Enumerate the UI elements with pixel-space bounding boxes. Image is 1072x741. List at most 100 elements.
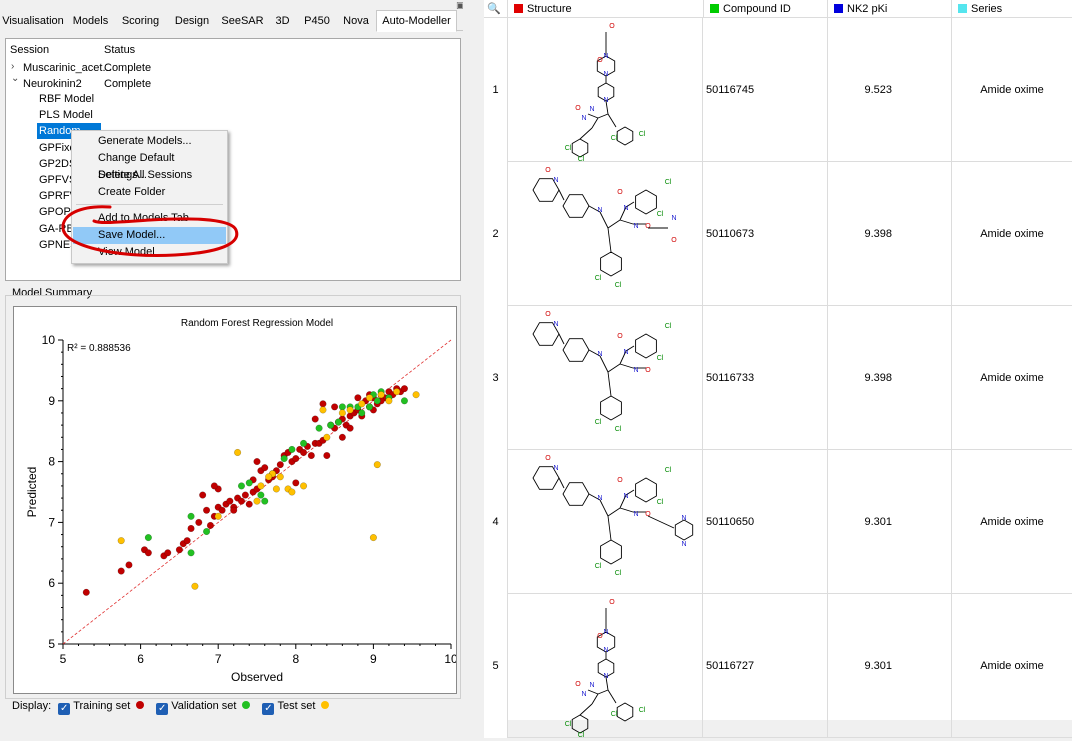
data-point[interactable] bbox=[253, 458, 261, 466]
data-point[interactable] bbox=[300, 482, 308, 490]
data-point[interactable] bbox=[226, 497, 234, 505]
data-point[interactable] bbox=[261, 464, 269, 472]
table-row[interactable]: 1 N N N N N O O Cl Cl Cl Cl O 50116745 9.523 Amide oxim… bbox=[484, 18, 1072, 163]
tab-auto-modeller[interactable]: Auto-Modeller bbox=[376, 10, 457, 32]
data-point[interactable] bbox=[144, 534, 152, 542]
menu-item-change-default-settings[interactable]: Change Default Settings... bbox=[73, 150, 226, 181]
data-point[interactable] bbox=[338, 409, 346, 417]
structure-cell[interactable]: N N N N N O O Cl Cl Cl Cl O bbox=[507, 18, 703, 163]
data-point[interactable] bbox=[365, 403, 374, 411]
structure-cell[interactable]: N N N N O O O Cl Cl Cl Cl N N bbox=[507, 450, 703, 594]
data-point[interactable] bbox=[125, 561, 133, 569]
data-point[interactable] bbox=[257, 491, 265, 499]
data-point[interactable] bbox=[117, 567, 125, 575]
data-point[interactable] bbox=[327, 421, 335, 429]
data-point[interactable] bbox=[369, 534, 377, 542]
data-point[interactable] bbox=[117, 537, 125, 545]
menu-item-create-folder[interactable]: Create Folder bbox=[73, 184, 226, 201]
checkbox-validation-set[interactable]: ✓ bbox=[156, 703, 169, 715]
data-point[interactable] bbox=[237, 482, 246, 490]
data-point[interactable] bbox=[319, 400, 327, 408]
data-point[interactable] bbox=[288, 488, 296, 496]
menu-item-save-model[interactable]: Save Model... bbox=[73, 227, 226, 244]
data-point[interactable] bbox=[237, 497, 246, 505]
menu-item-delete-all-sessions[interactable]: Delete All Sessions bbox=[73, 167, 226, 184]
tab-models[interactable]: Models bbox=[66, 10, 115, 31]
data-point[interactable] bbox=[276, 473, 284, 481]
splitter[interactable] bbox=[463, 0, 484, 720]
tab-scoring[interactable]: Scoring bbox=[115, 10, 166, 31]
data-point[interactable] bbox=[346, 406, 354, 414]
data-point[interactable] bbox=[307, 451, 315, 460]
data-point[interactable] bbox=[183, 537, 191, 545]
data-point[interactable] bbox=[323, 433, 331, 441]
data-point[interactable] bbox=[164, 549, 172, 557]
checkbox-training-set[interactable]: ✓ bbox=[58, 703, 71, 715]
data-point[interactable] bbox=[234, 448, 242, 457]
data-point[interactable] bbox=[257, 482, 265, 490]
table-row[interactable]: 2 N N N N O O O Cl Cl Cl Cl N O 50110673 9.398 Amide oxi… bbox=[484, 162, 1072, 306]
data-point[interactable] bbox=[280, 455, 288, 463]
data-point[interactable] bbox=[245, 479, 253, 487]
session-row-label[interactable]: Muscarinic_acet... bbox=[23, 60, 112, 76]
data-point[interactable] bbox=[144, 549, 152, 557]
data-point[interactable] bbox=[187, 512, 195, 520]
data-point[interactable] bbox=[334, 418, 343, 426]
column-header-compound-id[interactable]: Compound ID bbox=[703, 0, 827, 18]
tab-p450[interactable]: P450 bbox=[298, 10, 336, 31]
model-item[interactable]: RBF Model bbox=[39, 91, 94, 107]
data-point[interactable] bbox=[272, 485, 280, 493]
data-point[interactable] bbox=[218, 506, 226, 514]
column-header-series[interactable]: Series bbox=[951, 0, 1072, 18]
data-point[interactable] bbox=[319, 406, 327, 414]
data-point[interactable] bbox=[358, 409, 366, 417]
data-point[interactable] bbox=[311, 415, 319, 423]
data-point[interactable] bbox=[346, 424, 354, 432]
data-point[interactable] bbox=[195, 518, 203, 526]
data-point[interactable] bbox=[82, 588, 90, 596]
data-point[interactable] bbox=[373, 397, 381, 405]
model-item[interactable]: PLS Model bbox=[39, 107, 93, 123]
data-point[interactable] bbox=[365, 394, 374, 402]
data-point[interactable] bbox=[206, 521, 214, 529]
data-point[interactable] bbox=[230, 506, 238, 514]
data-point[interactable] bbox=[393, 388, 401, 396]
data-point[interactable] bbox=[210, 482, 218, 490]
structure-cell[interactable]: N N N N O O O Cl Cl Cl Cl N O bbox=[507, 162, 703, 306]
data-point[interactable] bbox=[187, 524, 195, 533]
data-point[interactable] bbox=[214, 512, 222, 520]
checkbox-test-set[interactable]: ✓ bbox=[262, 703, 275, 715]
session-column-header[interactable]: Session bbox=[10, 44, 49, 56]
data-point[interactable] bbox=[315, 424, 323, 432]
tab-3d[interactable]: 3D bbox=[267, 10, 298, 31]
data-point[interactable] bbox=[175, 546, 183, 554]
data-point[interactable] bbox=[400, 385, 408, 393]
data-point[interactable] bbox=[265, 473, 273, 481]
data-point[interactable] bbox=[354, 394, 362, 402]
data-point[interactable] bbox=[203, 506, 211, 514]
data-point[interactable] bbox=[288, 445, 296, 453]
data-point[interactable] bbox=[292, 455, 300, 463]
data-point[interactable] bbox=[199, 491, 207, 499]
data-point[interactable] bbox=[323, 451, 331, 460]
session-row-label[interactable]: Neurokinin2 bbox=[23, 76, 82, 92]
menu-item-generate-models[interactable]: Generate Models... bbox=[73, 133, 226, 150]
menu-item-view-model[interactable]: View Model bbox=[73, 244, 226, 261]
structure-cell[interactable]: N N N N O O O Cl Cl Cl Cl bbox=[507, 306, 703, 450]
menu-item-add-to-models-tab[interactable]: Add to Models Tab bbox=[73, 210, 226, 227]
data-point[interactable] bbox=[261, 497, 269, 505]
data-point[interactable] bbox=[276, 461, 284, 469]
data-point[interactable] bbox=[373, 461, 381, 469]
table-row[interactable]: 5 N N N N N O O Cl Cl Cl Cl O 50116727 9.301 Amide oxim… bbox=[484, 594, 1072, 739]
data-point[interactable] bbox=[253, 497, 261, 505]
structure-cell[interactable]: N N N N N O O Cl Cl Cl Cl O bbox=[507, 594, 703, 739]
tab-seesar[interactable]: SeeSAR bbox=[218, 10, 267, 31]
chevron-right-icon[interactable]: › bbox=[11, 61, 14, 72]
tab-design[interactable]: Design bbox=[166, 10, 218, 31]
tab-visualisation[interactable]: Visualisation bbox=[0, 10, 66, 31]
data-point[interactable] bbox=[400, 397, 408, 405]
magnifier-icon[interactable]: 🔍 bbox=[487, 2, 501, 15]
data-point[interactable] bbox=[245, 500, 253, 508]
data-point[interactable] bbox=[191, 582, 199, 590]
column-header-nk2-pki[interactable]: NK2 pKi bbox=[827, 0, 951, 18]
